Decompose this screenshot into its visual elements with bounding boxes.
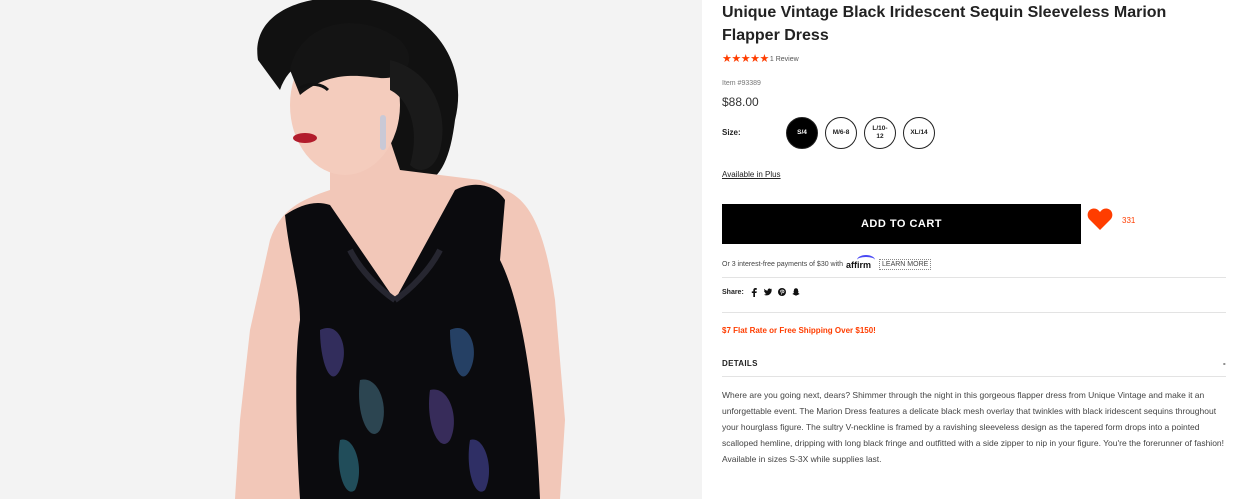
size-option-s4[interactable]: S/4: [786, 117, 818, 149]
twitter-icon[interactable]: [763, 288, 772, 296]
size-option-l10-12[interactable]: L/10- 12: [864, 117, 896, 149]
item-number: Item #93389: [722, 80, 761, 87]
divider: [722, 376, 1226, 377]
wishlist-count: 331: [1122, 216, 1136, 225]
star-icon: ★: [740, 53, 751, 65]
star-icon: ★: [722, 53, 732, 65]
size-option-m6-8[interactable]: M/6-8: [825, 117, 857, 149]
affirm-financing: Or 3 interest-free payments of $30 with …: [722, 254, 932, 270]
size-option-xl14[interactable]: XL/14: [903, 117, 935, 149]
product-description: Where are you going next, dears? Shimmer…: [722, 387, 1228, 467]
affirm-logo: affirm: [846, 254, 875, 270]
review-count-link[interactable]: 1 Review: [770, 56, 799, 63]
shipping-promo: $7 Flat Rate or Free Shipping Over $150!: [722, 326, 876, 335]
product-rating[interactable]: ★ ★ ★ ★ ★ 1 Review: [722, 54, 799, 65]
learn-more-button[interactable]: LEARN MORE: [879, 259, 932, 270]
share-bar: Share:: [722, 287, 800, 297]
description-text: Where are you going next, dears? Shimmer…: [722, 390, 1225, 448]
affirm-text: Or 3 interest-free payments of $30 with: [722, 261, 843, 268]
product-price: $88.00: [722, 95, 759, 109]
product-image[interactable]: [0, 0, 702, 499]
wishlist-heart-icon[interactable]: [1087, 207, 1113, 233]
product-title: Unique Vintage Black Iridescent Sequin S…: [722, 4, 1167, 44]
affirm-arc-icon: [857, 254, 875, 265]
snapchat-icon[interactable]: [792, 288, 800, 296]
star-icon: ★: [750, 53, 760, 65]
pinterest-icon[interactable]: [777, 288, 786, 296]
divider: [722, 277, 1226, 278]
size-label: Size:: [722, 128, 741, 137]
available-in-plus-link[interactable]: Available in Plus: [722, 170, 781, 179]
facebook-icon[interactable]: [750, 287, 758, 297]
details-heading: DETAILS: [722, 359, 758, 368]
model-wearing-dress-illustration: [0, 0, 702, 499]
divider: [722, 312, 1226, 313]
star-icon: ★: [759, 53, 770, 65]
size-availability-text: Available in sizes S-3X while supplies l…: [722, 454, 882, 464]
add-to-cart-button[interactable]: ADD TO CART: [722, 204, 1081, 244]
star-icon: ★: [731, 53, 741, 65]
share-label: Share:: [722, 288, 744, 296]
collapse-icon[interactable]: -: [1223, 359, 1226, 368]
details-accordion-header[interactable]: DETAILS -: [722, 359, 1226, 368]
